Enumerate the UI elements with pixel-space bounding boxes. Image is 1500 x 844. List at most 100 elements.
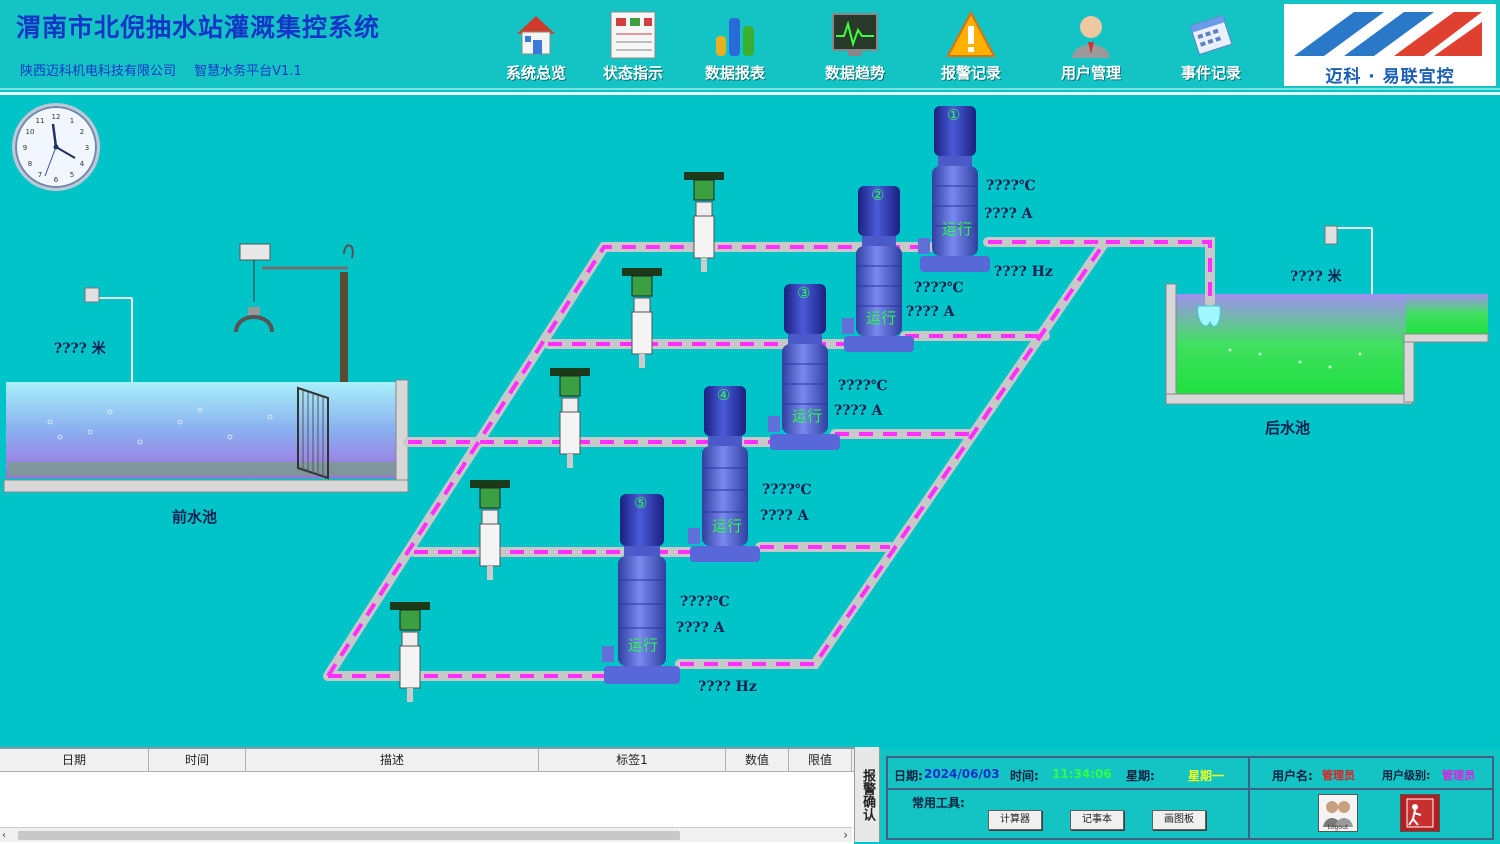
col-time[interactable]: 时间 [149,749,246,771]
front-pool-level: ???? 米 [54,341,106,357]
user-value: 管理员 [1322,769,1355,782]
nav-overview[interactable]: 系统总览 [486,4,586,84]
pump-3-state: 运行 [792,407,823,425]
nav-label: 报警记录 [940,64,1001,82]
bar-chart-icon [710,10,760,60]
notepad-button[interactable]: 记事本 [1070,810,1124,830]
nav-alarm[interactable]: 报警记录 [921,4,1021,84]
time-value: 11:34:06 [1052,767,1112,781]
exit-button[interactable] [1400,794,1440,832]
pump-4-current: ???? A [760,508,809,524]
status-panel-icon [608,10,658,60]
home-icon [511,10,561,60]
pump-2-temp: ????℃ [914,280,964,296]
week-value: 星期一 [1188,769,1225,783]
date-label: 日期: [894,769,923,783]
company-name: 陕西迈科机电科技有限公司 [20,64,177,79]
user-label: 用户名: [1272,769,1313,783]
pump-4-number: ④ [717,386,731,404]
pump-3-current: ???? A [834,403,883,419]
pump-2-number: ② [871,186,885,204]
platform-name: 智慧水务平台V1.1 [194,64,302,79]
valve-3[interactable] [550,368,590,468]
exit-icon [1406,798,1434,828]
logout-label: Logout [1327,824,1349,831]
subtitle: 陕西迈科机电科技有限公司 智慧水务平台V1.1 [20,60,316,79]
front-pool-label: 前水池 [172,508,218,526]
time-label: 时间: [1010,769,1039,783]
alarm-table-header: 日期 时间 描述 标签1 数值 限值 [0,749,854,772]
pump-1[interactable] [918,106,990,272]
user-icon [1066,10,1116,60]
nav-label: 数据趋势 [824,64,885,82]
pump-1-freq: ???? Hz [994,264,1053,280]
logo-mark [1294,12,1482,56]
nav-label: 数据报表 [704,64,765,82]
col-limit[interactable]: 限值 [789,749,852,771]
nav-status[interactable]: 状态指示 [583,4,683,84]
pipe-network [323,237,1215,681]
nav-user[interactable]: 用户管理 [1041,4,1141,84]
pump-1-temp: ????℃ [986,178,1036,194]
pump-5-current: ???? A [676,620,725,636]
tools-label: 常用工具: [912,796,965,810]
header-bar: 渭南市北倪抽水站灌溉集控系统 陕西迈科机电科技有限公司 智慧水务平台V1.1 系… [0,0,1500,90]
pump-2-state: 运行 [866,309,897,327]
level-label: 用户级别: [1382,769,1431,782]
calculator-button[interactable]: 计算器 [988,810,1042,830]
pump-2-current: ???? A [906,304,955,320]
valve-1[interactable] [684,172,724,272]
pump-3-temp: ????℃ [838,378,888,394]
col-description[interactable]: 描述 [246,749,539,771]
nav-label: 用户管理 [1060,64,1121,82]
valve-5[interactable] [390,602,430,702]
pump-3-number: ③ [797,284,811,302]
col-value[interactable]: 数值 [726,749,789,771]
outlet-spray [1197,305,1221,327]
pump-4-temp: ????℃ [762,482,812,498]
status-box: 日期: 2024/06/03 时间: 11:34:06 星期: 星期一 用户名:… [886,756,1494,840]
calendar-icon [1186,10,1236,60]
level-value: 管理员 [1442,769,1475,782]
col-date[interactable]: 日期 [0,749,149,771]
pump-1-number: ① [947,106,961,124]
switch-user-button[interactable]: Logout [1318,794,1358,832]
pump-5[interactable] [602,494,680,684]
rear-pool-level: ???? 米 [1290,269,1342,285]
status-panel: 日期: 2024/06/03 时间: 11:34:06 星期: 星期一 用户名:… [880,750,1500,842]
week-label: 星期: [1126,769,1155,783]
rear-pool-label: 后水池 [1265,419,1311,437]
horizontal-scrollbar[interactable]: ‹ › [0,827,852,842]
pump-5-number: ⑤ [634,494,648,512]
scroll-left-icon[interactable]: ‹ [2,830,6,841]
paint-button[interactable]: 画图板 [1152,810,1206,830]
nav-trend[interactable]: 数据趋势 [805,4,905,84]
nav-label: 状态指示 [602,64,663,82]
pump-4-state: 运行 [712,517,743,535]
pump-1-state: 运行 [942,220,973,238]
front-level-sensor [84,287,133,382]
alarm-ack-button[interactable]: 报警确认 [854,747,880,842]
pump-5-freq: ???? Hz [698,679,757,695]
trash-rake-crane [234,243,354,382]
pump-1-current: ???? A [984,206,1033,222]
valve-2[interactable] [622,268,662,368]
alarm-table: 日期 时间 描述 标签1 数值 限值 ‹ › [0,747,854,844]
app-title: 渭南市北倪抽水站灌溉集控系统 [16,13,381,42]
scroll-right-icon[interactable]: › [843,828,848,842]
valve-4[interactable] [470,480,510,580]
pump-5-temp: ????℃ [680,594,730,610]
flow-animation [326,240,1212,678]
warning-icon [946,10,996,60]
nav-report[interactable]: 数据报表 [685,4,785,84]
col-tag[interactable]: 标签1 [539,749,726,771]
company-logo: 迈科 · 易联宜控 [1284,4,1496,87]
date-value: 2024/06/03 [924,767,1000,781]
pump-5-state: 运行 [628,636,659,654]
logo-text: 迈科 · 易联宜控 [1325,67,1455,87]
nav-events[interactable]: 事件记录 [1161,4,1261,84]
front-pool [3,379,409,493]
scroll-thumb[interactable] [18,831,680,840]
nav-label: 事件记录 [1180,64,1241,82]
nav-label: 系统总览 [505,64,566,82]
